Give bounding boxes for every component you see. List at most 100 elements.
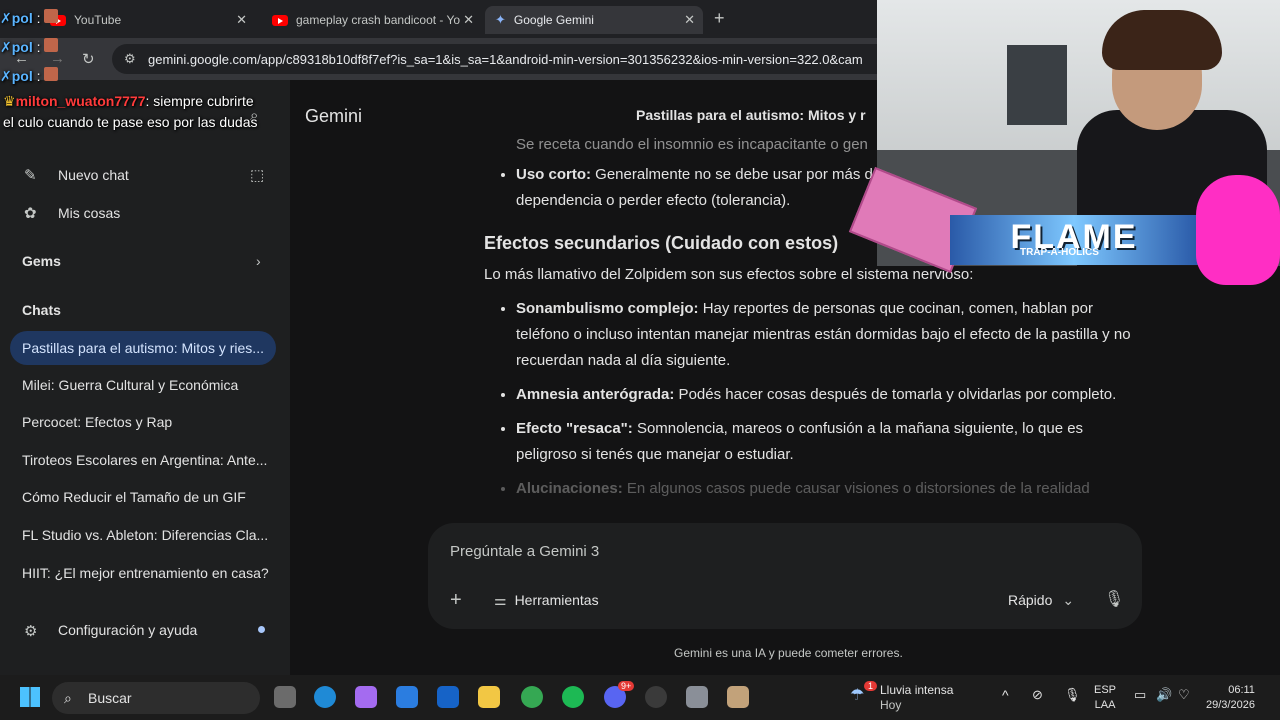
conversation-title[interactable]: Pastillas para el autismo: Mitos y r bbox=[636, 107, 866, 123]
tray-mic-icon[interactable]: 🎙 bbox=[1064, 687, 1081, 703]
copilot-icon[interactable] bbox=[355, 686, 377, 708]
sidebar: ⌕ ✎ Nuevo chat ⬚ ✿ Mis cosas Gems › Chat… bbox=[0, 80, 290, 675]
item-text: En algunos casos puede causar visiones o… bbox=[622, 480, 1090, 497]
tab-gemini[interactable]: ✦ Google Gemini ✕ bbox=[485, 6, 703, 34]
chat-item[interactable]: Cómo Reducir el Tamaño de un GIF bbox=[10, 480, 276, 514]
screen: YouTube ✕ gameplay crash bandicoot - Yo … bbox=[0, 0, 1280, 720]
obs-icon[interactable] bbox=[645, 686, 667, 708]
weather-widget[interactable]: Lluvia intensa Hoy bbox=[880, 683, 953, 713]
tray-app-icon[interactable]: ⊘ bbox=[1032, 687, 1043, 703]
chat-username: pol bbox=[11, 68, 33, 84]
close-icon[interactable]: ✕ bbox=[463, 12, 474, 28]
tray-chevron-icon[interactable]: ^ bbox=[1002, 687, 1009, 703]
pin-icon: ✗ bbox=[0, 68, 12, 84]
new-chat-label: Nuevo chat bbox=[58, 167, 129, 183]
new-tab-icon[interactable]: + bbox=[714, 8, 725, 29]
taskbar-search[interactable]: ⌕ Buscar bbox=[52, 682, 260, 714]
settings-button[interactable]: Configuración y ayuda bbox=[10, 613, 276, 647]
chat-line: ✗pol : bbox=[0, 66, 260, 87]
weather-badge: 1 bbox=[864, 681, 878, 691]
youtube-icon bbox=[272, 14, 288, 26]
settings-icon[interactable] bbox=[686, 686, 708, 708]
disclaimer: Gemini es una IA y puede cometer errores… bbox=[674, 646, 903, 660]
item-label: Amnesia anterógrada: bbox=[516, 386, 675, 403]
chat-title: FL Studio vs. Ableton: Diferencias Cla..… bbox=[22, 527, 269, 543]
item-label: Uso corto: bbox=[516, 166, 591, 183]
windows-start-icon[interactable] bbox=[20, 687, 40, 707]
search-label: Buscar bbox=[88, 690, 132, 706]
weather-title: Lluvia intensa bbox=[880, 683, 954, 697]
my-stuff-label: Mis cosas bbox=[58, 205, 121, 221]
mode-label: Rápido bbox=[1008, 592, 1053, 608]
emote-icon bbox=[44, 67, 59, 81]
clock[interactable]: 06:11 29/3/2026 bbox=[1206, 683, 1255, 713]
chats-heading: Chats bbox=[22, 302, 61, 318]
my-stuff-button[interactable]: Mis cosas bbox=[10, 196, 276, 230]
list-item: Alucinaciones: En algunos casos puede ca… bbox=[516, 476, 1144, 502]
item-text: Podés hacer cosas después de tomarla y o… bbox=[674, 386, 1117, 403]
chat-item[interactable]: HIIT: ¿El mejor entrenamiento en casa? bbox=[10, 556, 276, 590]
weather-sub: Hoy bbox=[880, 698, 902, 712]
chat-username: pol bbox=[11, 39, 33, 55]
clock-time: 06:11 bbox=[1228, 684, 1255, 696]
temporary-chat-icon[interactable]: ⬚ bbox=[250, 166, 264, 184]
tools-label: Herramientas bbox=[514, 592, 599, 608]
settings-label: Configuración y ayuda bbox=[58, 622, 198, 638]
item-text-continued: dependencia o perder efecto (tolerancia)… bbox=[516, 192, 791, 209]
chat-item[interactable]: FL Studio vs. Ableton: Diferencias Cla..… bbox=[10, 518, 276, 552]
tab-gameplay[interactable]: gameplay crash bandicoot - Yo ✕ bbox=[262, 6, 482, 34]
prompt-input[interactable]: Pregúntale a Gemini 3 bbox=[450, 543, 599, 560]
search-icon: ⌕ bbox=[64, 690, 72, 706]
emote-icon bbox=[44, 38, 59, 52]
store-icon[interactable] bbox=[396, 686, 418, 708]
emote-icon bbox=[44, 9, 59, 23]
new-chat-button[interactable]: Nuevo chat bbox=[10, 158, 276, 192]
chevron-right-icon: › bbox=[256, 253, 261, 269]
mode-selector[interactable]: Rápido ⌄ bbox=[1008, 592, 1074, 609]
notification-dot bbox=[258, 626, 265, 633]
chat-title: Percocet: Efectos y Rap bbox=[22, 414, 173, 430]
item-label: Efecto "resaca": bbox=[516, 420, 633, 437]
item-label: Alucinaciones: bbox=[516, 480, 623, 497]
bullet-list-2: Sonambulismo complejo: Hay reportes de p… bbox=[484, 296, 1144, 502]
tab-label: Google Gemini bbox=[513, 13, 594, 27]
prompt-composer[interactable]: Pregúntale a Gemini 3 + ⚌ Herramientas Rá… bbox=[428, 523, 1142, 629]
tools-button[interactable]: ⚌ Herramientas bbox=[494, 592, 599, 609]
chat-title: Pastillas para el autismo: Mitos y ries.… bbox=[22, 340, 264, 356]
lang-bottom: LAA bbox=[1094, 699, 1116, 711]
chat-item-active[interactable]: Pastillas para el autismo: Mitos y ries.… bbox=[10, 331, 276, 365]
gemini-brand[interactable]: Gemini bbox=[305, 106, 362, 127]
windows-taskbar: ⌕ Buscar 9+ ☂ 1 Lluvia intensa Hoy ^ ⊘ 🎙… bbox=[0, 675, 1280, 720]
display-icon[interactable]: ▭ bbox=[1134, 687, 1146, 703]
chrome-icon[interactable] bbox=[521, 686, 543, 708]
outlook-icon[interactable] bbox=[437, 686, 459, 708]
crown-icon: ♛ bbox=[3, 93, 16, 109]
chat-item[interactable]: Percocet: Efectos y Rap bbox=[10, 405, 276, 439]
chevron-down-icon: ⌄ bbox=[1062, 592, 1075, 608]
tools-icon: ⚌ bbox=[494, 592, 507, 608]
tab-label: gameplay crash bandicoot - Yo bbox=[296, 13, 461, 27]
item-text: Generalmente no se debe usar por más d bbox=[591, 166, 873, 183]
microphone-icon[interactable]: 🎙 bbox=[1104, 589, 1124, 609]
pin-icon: ✗ bbox=[0, 10, 12, 26]
volume-icon[interactable]: 🔊 bbox=[1156, 687, 1172, 703]
chat-item[interactable]: Milei: Guerra Cultural y Económica bbox=[10, 368, 276, 402]
chat-title: Milei: Guerra Cultural y Económica bbox=[22, 377, 239, 393]
gems-button[interactable]: Gems › bbox=[10, 244, 276, 278]
chat-username: pol bbox=[11, 10, 33, 26]
discord-badge: 9+ bbox=[618, 681, 635, 691]
spotify-icon[interactable] bbox=[562, 686, 584, 708]
network-icon[interactable]: ♡ bbox=[1178, 687, 1190, 703]
close-icon[interactable]: ✕ bbox=[684, 12, 695, 28]
add-icon[interactable]: + bbox=[450, 589, 462, 612]
language-indicator[interactable]: ESP LAA bbox=[1094, 683, 1116, 713]
fl-studio-icon[interactable] bbox=[727, 686, 749, 708]
file-explorer-icon[interactable] bbox=[478, 686, 500, 708]
chat-item[interactable]: Tiroteos Escolares en Argentina: Ante... bbox=[10, 443, 276, 477]
task-view-icon[interactable] bbox=[274, 686, 296, 708]
chat-title: Cómo Reducir el Tamaño de un GIF bbox=[22, 489, 246, 505]
item-label: Sonambulismo complejo: bbox=[516, 300, 699, 317]
chat-message: ♛milton_wuaton7777: siempre cubrirte el … bbox=[0, 91, 260, 133]
lang-top: ESP bbox=[1094, 684, 1117, 696]
edge-icon[interactable] bbox=[314, 686, 336, 708]
